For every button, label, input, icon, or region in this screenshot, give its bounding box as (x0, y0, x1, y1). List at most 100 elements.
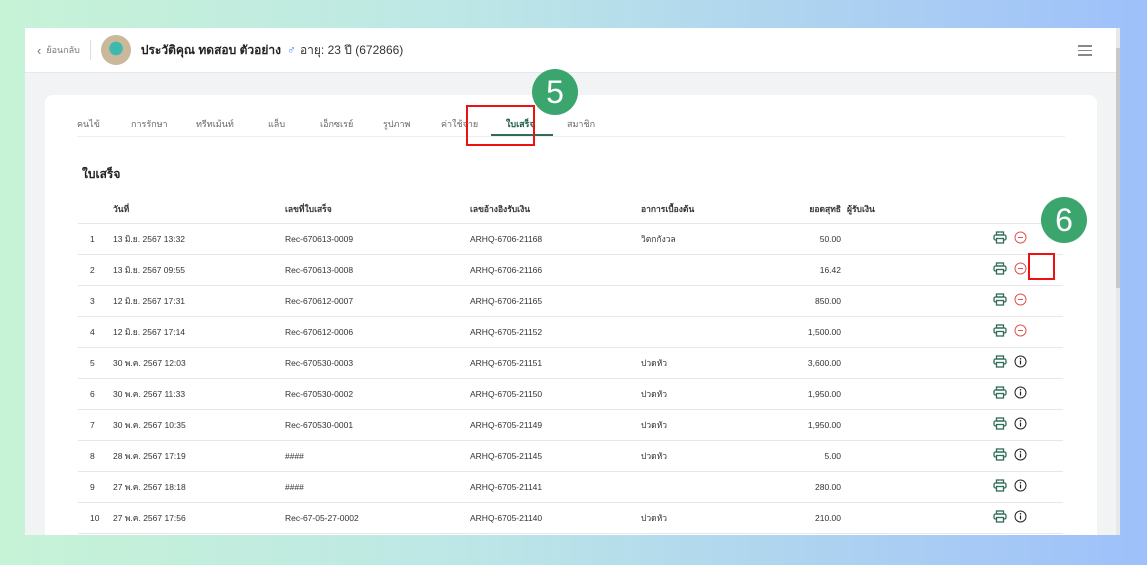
row-net: 850.00 (751, 285, 841, 317)
row-payer (841, 378, 993, 410)
tab-bar: คนไข้ การรักษา ทรีทเม้นท์ แล็บ เอ็กซเรย์… (77, 107, 1065, 137)
tab-images[interactable]: รูปภาพ (383, 117, 410, 131)
cancel-receipt-icon[interactable] (1014, 293, 1027, 308)
row-date: 27 พ.ค. 2567 17:56 (113, 502, 285, 534)
patient-name: ประวัติคุณ ทดสอบ ตัวอย่าง (140, 42, 281, 57)
highlight-box-receipts-tab (466, 105, 535, 146)
avatar (100, 35, 131, 65)
row-payer (841, 409, 993, 441)
row-net: 3,600.00 (751, 347, 841, 379)
row-receipt-no: Rec-670530-0003 (285, 347, 470, 379)
row-ref: ARHQ-6705-21140 (470, 502, 641, 534)
info-icon[interactable] (1014, 386, 1027, 401)
row-ref: ARHQ-6705-21150 (470, 378, 641, 410)
row-ref: ARHQ-6705-21141 (470, 471, 641, 503)
print-icon[interactable] (993, 355, 1007, 370)
table-row: 3 12 มิ.ย. 2567 17:31 Rec-670612-0007 AR… (78, 285, 1063, 317)
row-symptom (641, 254, 751, 286)
table-row: 6 30 พ.ค. 2567 11:33 Rec-670530-0002 ARH… (78, 378, 1063, 410)
row-date: 12 มิ.ย. 2567 17:31 (113, 285, 285, 317)
row-receipt-no: Rec-670530-0002 (285, 378, 470, 410)
table-row: 9 27 พ.ค. 2567 18:18 #### ARHQ-6705-2114… (78, 471, 1063, 503)
scrollbar[interactable] (1116, 28, 1120, 535)
col-net: ยอดสุทธิ (751, 195, 841, 224)
row-net: 210.00 (751, 502, 841, 534)
row-net: 1,950.00 (751, 378, 841, 410)
table-row: 2 13 มิ.ย. 2567 09:55 Rec-670613-0008 AR… (78, 254, 1063, 286)
row-date: 30 พ.ค. 2567 12:03 (113, 347, 285, 379)
col-payer: ผู้รับเงิน (841, 195, 993, 224)
back-label: ย้อนกลับ (46, 45, 80, 55)
row-ref: ARHQ-6705-21149 (470, 409, 641, 441)
row-receipt-no: Rec-670530-0001 (285, 409, 470, 441)
row-ref: ARHQ-6705-21152 (470, 316, 641, 348)
row-number: 2 (78, 254, 113, 286)
row-receipt-no: Rec-670613-0009 (285, 223, 470, 255)
cancel-receipt-icon[interactable] (1014, 231, 1027, 246)
hamburger-menu-icon[interactable] (1078, 42, 1092, 59)
row-date: 27 พ.ค. 2567 18:18 (113, 471, 285, 503)
section-title: ใบเสร็จ (82, 167, 121, 181)
row-number: 3 (78, 285, 113, 317)
print-icon[interactable] (993, 417, 1007, 432)
row-ref: ARHQ-6706-21165 (470, 285, 641, 317)
row-receipt-no: Rec-670613-0008 (285, 254, 470, 286)
col-receipt-no: เลขที่ใบเสร็จ (285, 195, 470, 224)
row-date: 28 พ.ค. 2567 17:19 (113, 440, 285, 472)
row-net: 16.42 (751, 254, 841, 286)
row-net: 280.00 (751, 471, 841, 503)
print-icon[interactable] (993, 231, 1007, 246)
info-icon[interactable] (1014, 355, 1027, 370)
row-payer (841, 223, 993, 255)
row-number: 6 (78, 378, 113, 410)
info-icon[interactable] (1014, 448, 1027, 463)
step-badge-6: 6 (1041, 197, 1087, 243)
row-symptom: วิตกกังวล (641, 223, 751, 255)
info-icon[interactable] (1014, 479, 1027, 494)
row-symptom: ปวดหัว (641, 409, 751, 441)
row-number: 5 (78, 347, 113, 379)
male-icon: ♂ (286, 43, 296, 57)
row-receipt-no: Rec-67-05-27-0002 (285, 502, 470, 534)
patient-age: อายุ: 23 ปี (299, 42, 352, 57)
row-net: 1,950.00 (751, 409, 841, 441)
print-icon[interactable] (993, 386, 1007, 401)
print-icon[interactable] (993, 510, 1007, 525)
row-net: 50.00 (751, 223, 841, 255)
row-payer (841, 471, 993, 503)
row-ref: ARHQ-6705-21145 (470, 440, 641, 472)
patient-id: (672866) (355, 43, 404, 57)
tab-treatment-items[interactable]: ทรีทเม้นท์ (196, 117, 234, 131)
highlight-box-cancel (1028, 253, 1055, 280)
back-button[interactable]: ‹ ย้อนกลับ (37, 40, 91, 60)
print-icon[interactable] (993, 262, 1007, 277)
info-icon[interactable] (1014, 510, 1027, 525)
row-symptom (641, 471, 751, 503)
print-icon[interactable] (993, 293, 1007, 308)
row-date: 13 มิ.ย. 2567 09:55 (113, 254, 285, 286)
row-ref: ARHQ-6705-21151 (470, 347, 641, 379)
row-receipt-no: Rec-670612-0006 (285, 316, 470, 348)
print-icon[interactable] (993, 324, 1007, 339)
table-row: 10 27 พ.ค. 2567 17:56 Rec-67-05-27-0002 … (78, 502, 1063, 534)
tab-xray[interactable]: เอ็กซเรย์ (320, 117, 353, 131)
print-icon[interactable] (993, 479, 1007, 494)
row-payer (841, 285, 993, 317)
tab-membership[interactable]: สมาชิก (567, 117, 595, 131)
row-receipt-no: Rec-670612-0007 (285, 285, 470, 317)
tab-patient[interactable]: คนไข้ (77, 117, 100, 131)
receipts-table: วันที่ เลขที่ใบเสร็จ เลขอ้างอิงรับเงิน อ… (78, 195, 1063, 534)
row-number: 8 (78, 440, 113, 472)
row-date: 30 พ.ค. 2567 11:33 (113, 378, 285, 410)
print-icon[interactable] (993, 448, 1007, 463)
row-number: 10 (78, 502, 113, 534)
row-payer (841, 440, 993, 472)
cancel-receipt-icon[interactable] (1014, 324, 1027, 339)
app-window: ‹ ย้อนกลับ ประวัติคุณ ทดสอบ ตัวอย่าง ♂ อา… (25, 28, 1120, 535)
cancel-receipt-icon[interactable] (1014, 262, 1027, 277)
row-ref: ARHQ-6706-21168 (470, 223, 641, 255)
tab-treatment[interactable]: การรักษา (131, 117, 168, 131)
info-icon[interactable] (1014, 417, 1027, 432)
row-symptom (641, 316, 751, 348)
tab-lab[interactable]: แล็บ (268, 117, 285, 131)
